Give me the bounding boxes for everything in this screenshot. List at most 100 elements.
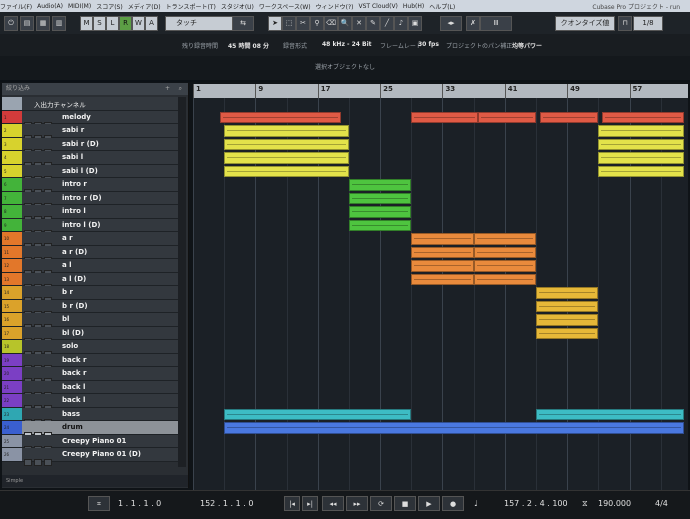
menu-item[interactable]: メディア(D): [128, 2, 161, 11]
object-select-tool-icon[interactable]: ➤: [268, 16, 282, 31]
track-row[interactable]: 23 bass: [2, 407, 182, 426]
midi-event[interactable]: [224, 152, 349, 164]
mute-solo-buttons[interactable]: [24, 357, 56, 372]
search-icon[interactable]: ⌕: [179, 83, 182, 95]
folder-track-io[interactable]: 入出力チャンネル: [2, 97, 182, 111]
mute-button[interactable]: [24, 459, 32, 466]
track-row[interactable]: 2 sabi r: [2, 124, 182, 142]
midi-event[interactable]: [598, 165, 685, 177]
track-row[interactable]: 18 solo: [2, 340, 182, 358]
midi-event[interactable]: [602, 111, 685, 123]
record-format-value[interactable]: 48 kHz - 24 Bit: [322, 41, 372, 48]
mute-solo-buttons[interactable]: [24, 411, 56, 426]
play-icon[interactable]: ▶: [418, 496, 440, 511]
play-tool-icon[interactable]: ♪: [394, 16, 408, 31]
menu-item[interactable]: Hub(H): [403, 3, 424, 10]
menu-item[interactable]: ヘルプ(L): [429, 2, 455, 11]
track-row[interactable]: 3 sabi r (D): [2, 137, 182, 156]
track-list-scrollbar[interactable]: [178, 97, 186, 467]
monitor-button[interactable]: [44, 459, 52, 466]
menu-item[interactable]: VST Cloud(V): [358, 3, 397, 10]
grid-value-select[interactable]: 1/8: [633, 16, 663, 31]
tempo-display[interactable]: 190.000: [598, 499, 631, 508]
mode-button-a[interactable]: A: [145, 16, 158, 31]
track-row[interactable]: 11 a r (D): [2, 245, 182, 264]
midi-event[interactable]: [535, 327, 599, 339]
midi-event[interactable]: [477, 111, 536, 123]
midi-event[interactable]: [473, 260, 536, 272]
mute-solo-buttons[interactable]: [24, 343, 56, 358]
go-to-start-icon[interactable]: |◂: [284, 496, 300, 511]
menu-item[interactable]: ウィンドウ(?): [316, 2, 354, 11]
mute-solo-buttons[interactable]: [24, 141, 56, 156]
track-row[interactable]: 7 intro r (D): [2, 191, 182, 210]
mute-solo-buttons[interactable]: [24, 181, 56, 196]
mute-solo-buttons[interactable]: [24, 127, 56, 142]
mute-solo-buttons[interactable]: [24, 249, 56, 264]
fast-forward-icon[interactable]: ▸▸: [346, 496, 368, 511]
mute-solo-buttons[interactable]: [24, 438, 56, 453]
track-row[interactable]: 24 drum: [2, 421, 182, 439]
midi-event[interactable]: [598, 125, 685, 137]
menu-item[interactable]: スコア(S): [96, 2, 123, 11]
track-row[interactable]: 8 intro l: [2, 205, 182, 223]
go-to-end-icon[interactable]: ▸|: [302, 496, 318, 511]
quantize-select[interactable]: クオンタイズ値: [555, 16, 615, 31]
midi-event[interactable]: [473, 273, 536, 285]
menu-item[interactable]: ファイル(F): [0, 2, 32, 11]
lower-zone-toggle-icon[interactable]: ▦: [36, 16, 50, 31]
frame-rate-value[interactable]: 30 fps: [418, 41, 439, 48]
visibility-preset[interactable]: Simple: [6, 478, 23, 484]
split-tool-icon[interactable]: ✂: [296, 16, 310, 31]
left-locator[interactable]: 1 . 1 . 1 . 0: [118, 499, 161, 508]
midi-event[interactable]: [535, 314, 599, 326]
midi-event[interactable]: [348, 179, 412, 191]
line-tool-icon[interactable]: ╱: [380, 16, 394, 31]
track-row[interactable]: 1 melody: [2, 110, 182, 129]
mode-button-l[interactable]: L: [106, 16, 119, 31]
pan-law-value[interactable]: 均等パワー: [512, 41, 542, 50]
event-display[interactable]: [193, 98, 688, 490]
track-row[interactable]: 15 b r (D): [2, 299, 182, 318]
solo-button[interactable]: [34, 459, 42, 466]
midi-event[interactable]: [535, 300, 599, 312]
primary-time-display[interactable]: 157 . 2 . 4 . 100: [504, 499, 568, 508]
track-row[interactable]: 21 back l: [2, 380, 182, 399]
draw-tool-icon[interactable]: ✎: [366, 16, 380, 31]
midi-event[interactable]: [539, 111, 599, 123]
track-row[interactable]: 14 b r: [2, 286, 182, 304]
mode-button-m[interactable]: M: [80, 16, 93, 31]
mode-button-r[interactable]: R: [119, 16, 132, 31]
mute-solo-buttons[interactable]: [24, 195, 56, 210]
rewind-icon[interactable]: ◂◂: [322, 496, 344, 511]
add-track-icon[interactable]: +: [165, 83, 170, 95]
midi-event[interactable]: [348, 219, 412, 231]
track-row[interactable]: 26 Creepy Piano 01 (D): [2, 448, 182, 466]
midi-event[interactable]: [224, 165, 349, 177]
grid-type-icon[interactable]: Ⅲ: [480, 16, 512, 31]
autoscroll-icon[interactable]: ⇆: [232, 16, 254, 31]
mute-solo-buttons[interactable]: [24, 289, 56, 304]
record-icon[interactable]: ●: [442, 496, 464, 511]
snap-toggle-icon[interactable]: ✗: [466, 16, 480, 31]
midi-event[interactable]: [598, 152, 685, 164]
midi-event[interactable]: [535, 408, 685, 420]
mute-tool-icon[interactable]: ✕: [352, 16, 366, 31]
mute-solo-buttons[interactable]: [24, 262, 56, 277]
midi-event[interactable]: [411, 260, 474, 272]
midi-event[interactable]: [348, 206, 412, 218]
mode-button-w[interactable]: W: [132, 16, 145, 31]
track-row[interactable]: 4 sabi l: [2, 151, 182, 169]
metronome-icon[interactable]: ♩: [474, 499, 478, 508]
menu-item[interactable]: ワークスペース(W): [259, 2, 311, 11]
cycle-icon[interactable]: ⟳: [370, 496, 392, 511]
mute-solo-buttons[interactable]: [24, 316, 56, 331]
track-row[interactable]: 17 bl (D): [2, 326, 182, 345]
mute-solo-buttons[interactable]: [24, 235, 56, 250]
track-row[interactable]: 19 back r: [2, 353, 182, 372]
track-row[interactable]: 6 intro r: [2, 178, 182, 196]
sync-icon[interactable]: ⧖: [582, 499, 588, 509]
midi-event[interactable]: [473, 246, 536, 258]
track-row[interactable]: 9 intro l (D): [2, 218, 182, 237]
mute-solo-buttons[interactable]: [24, 424, 56, 439]
